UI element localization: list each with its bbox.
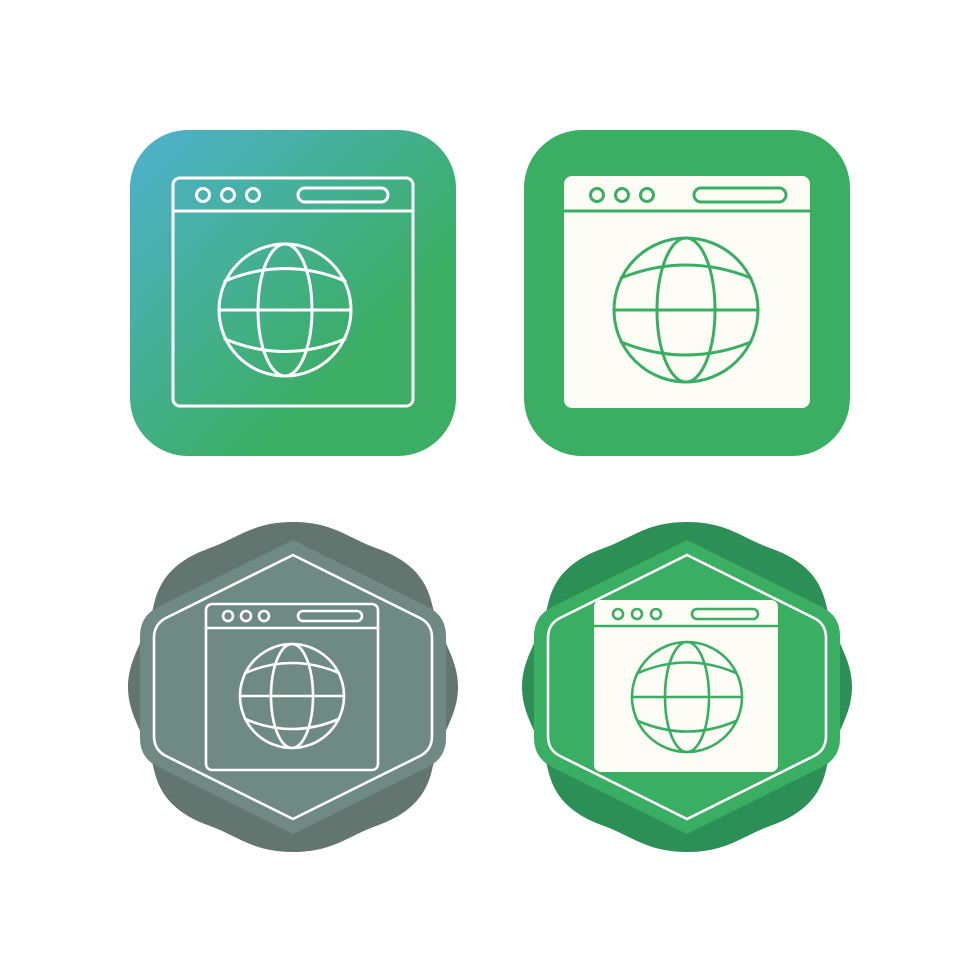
browser-globe-icon	[128, 522, 458, 852]
browser-globe-icon-gradient-line	[128, 128, 458, 458]
browser-globe-icon-green-badge	[522, 522, 852, 852]
browser-globe-icon-gray-badge	[128, 522, 458, 852]
icon-set	[0, 0, 980, 980]
browser-globe-icon	[524, 130, 850, 456]
browser-globe-icon	[130, 130, 456, 456]
browser-globe-icon-solid-glyph	[522, 128, 852, 458]
browser-globe-icon	[522, 522, 852, 852]
